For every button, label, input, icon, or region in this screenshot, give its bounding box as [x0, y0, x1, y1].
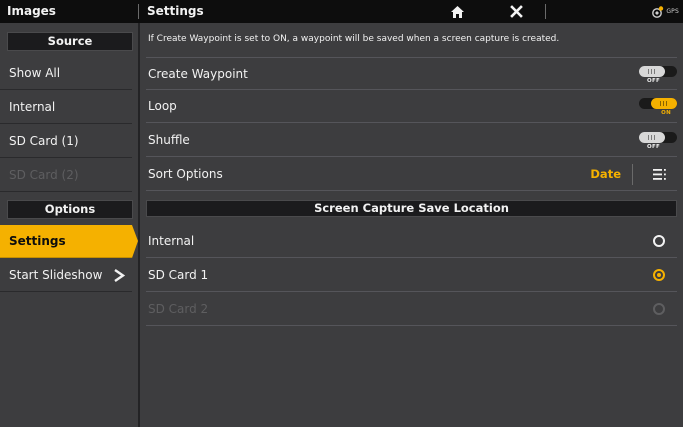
loop-row[interactable]: Loop ON [146, 90, 677, 123]
app-title: Images [7, 4, 56, 18]
gps-satellite-icon [652, 5, 664, 18]
toggle-state: OFF [647, 144, 661, 150]
save-sd-card-1-row[interactable]: SD Card 1 [146, 259, 677, 292]
loop-toggle[interactable]: ON [639, 98, 677, 118]
save-sd-card-2-row: SD Card 2 [146, 293, 677, 326]
toolbar-divider [545, 4, 546, 19]
gps-status: GPS [652, 3, 679, 20]
chevron-right-icon [114, 269, 126, 282]
close-icon[interactable] [506, 2, 526, 21]
home-icon[interactable] [447, 2, 467, 21]
list-menu-icon[interactable] [653, 168, 667, 181]
sort-options-row[interactable]: Sort Options Date [146, 158, 677, 191]
sort-value[interactable]: Date [590, 158, 621, 191]
sort-options-label: Sort Options [148, 167, 223, 181]
sidebar: Source Show All Internal SD Card (1) SD … [0, 23, 140, 427]
options-header: Options [7, 200, 133, 219]
save-location-header: Screen Capture Save Location [146, 200, 677, 217]
settings-panel: If Create Waypoint is set to ON, a waypo… [140, 23, 683, 427]
sidebar-item-start-slideshow[interactable]: Start Slideshow [0, 259, 132, 292]
start-slideshow-label: Start Slideshow [9, 268, 103, 282]
save-internal-radio[interactable] [653, 235, 665, 247]
toggle-state: OFF [647, 78, 661, 84]
loop-label: Loop [148, 99, 177, 113]
toggle-state: ON [661, 110, 671, 116]
top-bar: Images Settings GPS [0, 0, 683, 23]
gps-label: GPS [666, 8, 679, 15]
create-waypoint-row[interactable]: Create Waypoint OFF [146, 57, 677, 90]
sidebar-item-settings[interactable]: Settings [0, 225, 138, 258]
create-waypoint-label: Create Waypoint [148, 67, 248, 81]
source-header: Source [7, 32, 133, 51]
sort-divider [632, 164, 633, 185]
shuffle-toggle[interactable]: OFF [639, 132, 677, 152]
page-title: Settings [147, 4, 204, 18]
create-waypoint-toggle[interactable]: OFF [639, 66, 677, 86]
info-text: If Create Waypoint is set to ON, a waypo… [148, 34, 560, 44]
shuffle-label: Shuffle [148, 133, 190, 147]
shuffle-row[interactable]: Shuffle OFF [146, 124, 677, 157]
sidebar-item-show-all[interactable]: Show All [0, 57, 132, 90]
sidebar-item-sd-card-2: SD Card (2) [0, 159, 132, 192]
save-sd-card-2-label: SD Card 2 [148, 302, 209, 316]
save-sd-card-1-radio[interactable] [653, 269, 665, 281]
sidebar-item-sd-card-1[interactable]: SD Card (1) [0, 125, 132, 158]
save-sd-card-1-label: SD Card 1 [148, 268, 209, 282]
save-internal-label: Internal [148, 234, 195, 248]
save-sd-card-2-radio [653, 303, 665, 315]
title-divider [138, 4, 139, 19]
sidebar-item-internal[interactable]: Internal [0, 91, 132, 124]
save-internal-row[interactable]: Internal [146, 225, 677, 258]
